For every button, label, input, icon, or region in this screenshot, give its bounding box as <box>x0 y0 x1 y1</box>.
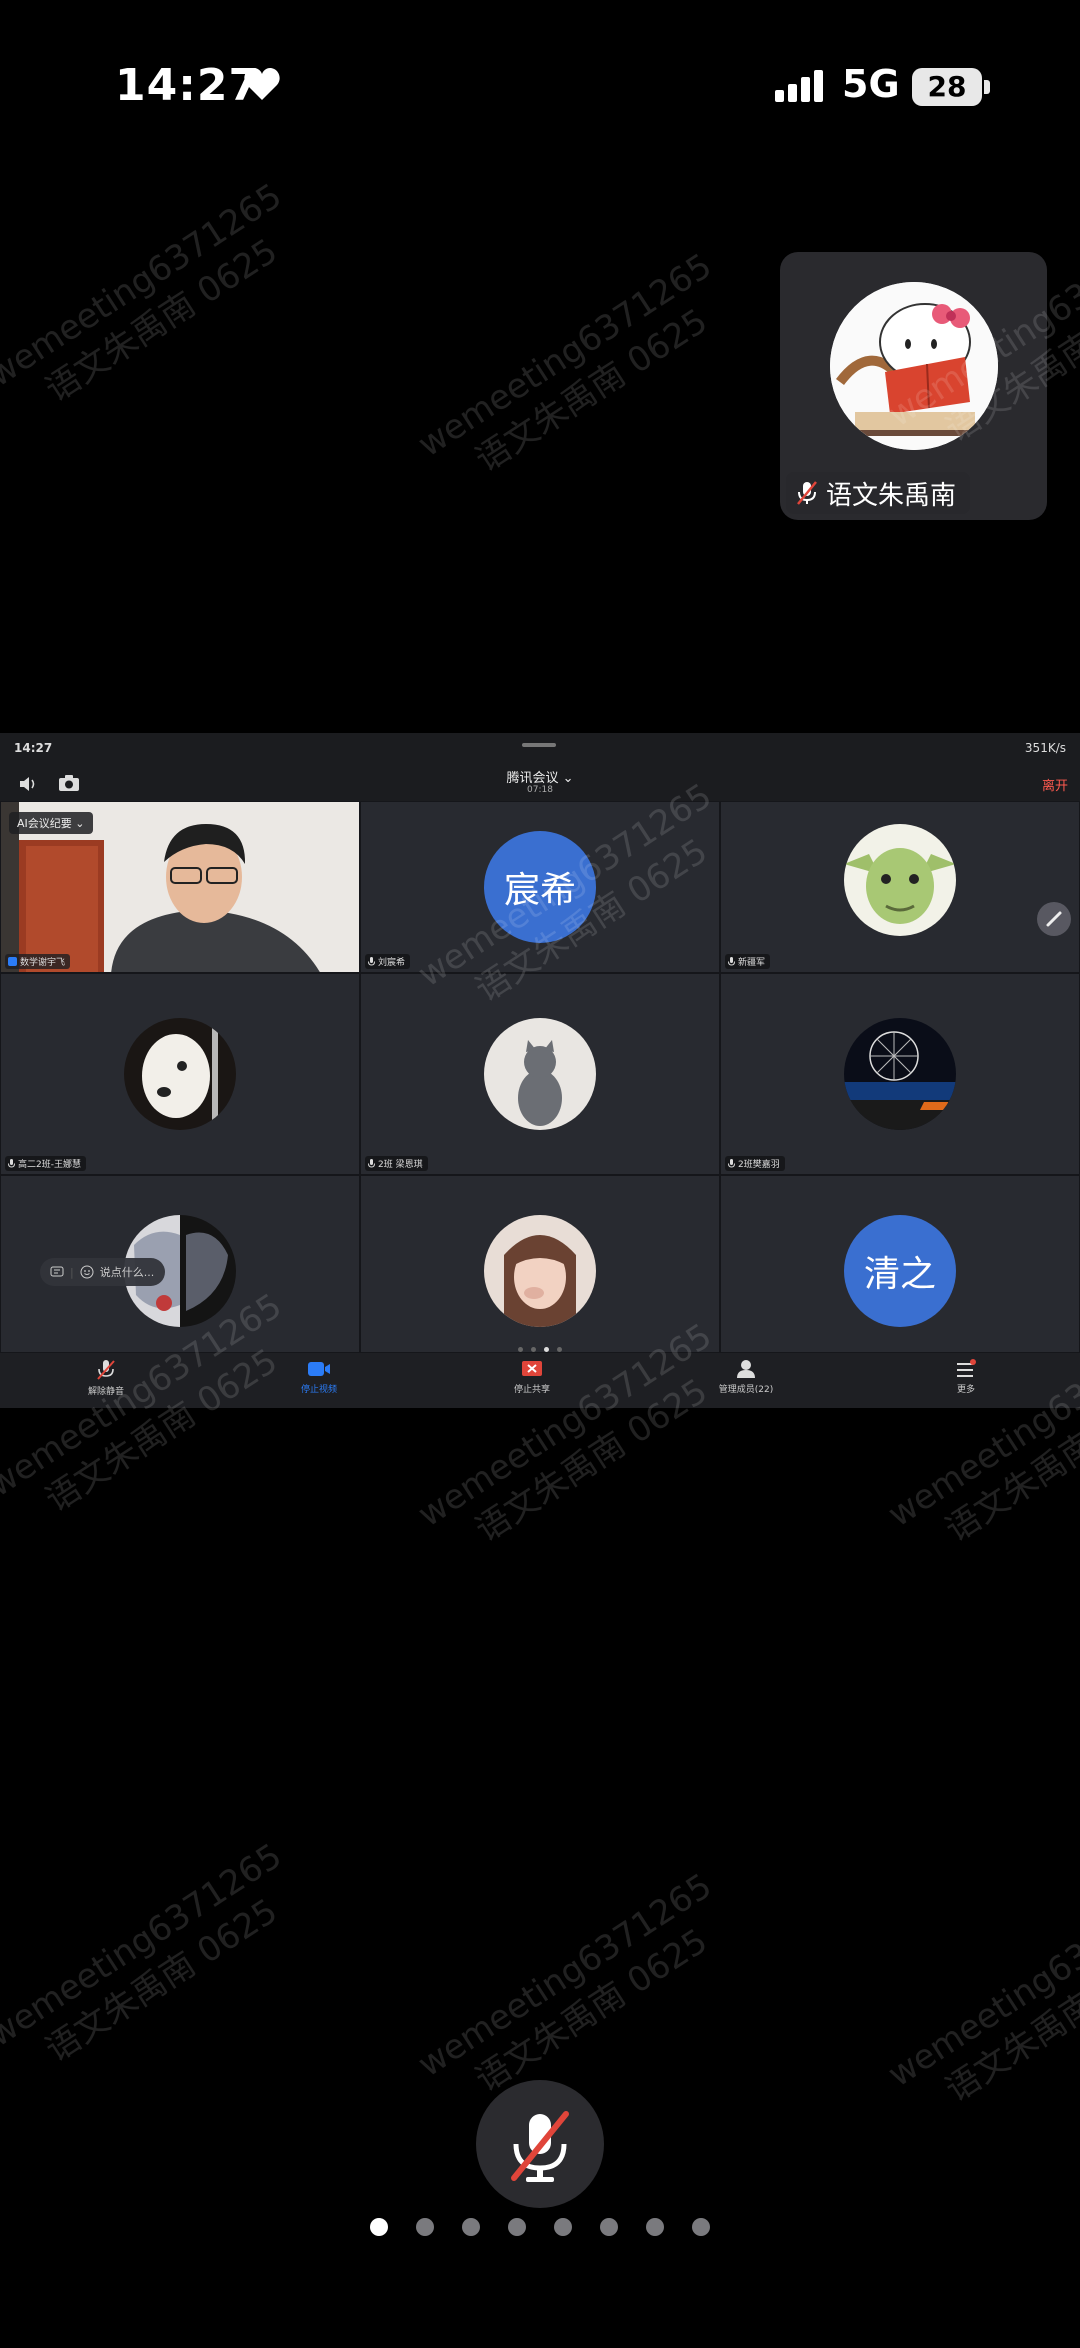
phone-status-bar: 14:27 5G 28 <box>0 0 1080 170</box>
meeting-title[interactable]: 腾讯会议 ⌄ <box>0 767 1080 786</box>
ai-minutes-badge[interactable]: AI会议纪要 ⌄ <box>9 812 93 834</box>
page-dot[interactable] <box>554 2218 572 2236</box>
watermark: wemeeting6371265语文朱禹南 0625 <box>881 1875 1080 2111</box>
girl-avatar-icon <box>484 1215 596 1328</box>
page-dot-active[interactable] <box>370 2218 388 2236</box>
battery-tip <box>984 80 990 94</box>
page-dot[interactable] <box>416 2218 434 2236</box>
leave-button[interactable]: 离开 <box>1042 775 1068 794</box>
participant-avatar <box>844 824 956 937</box>
participant-tile[interactable] <box>360 1175 720 1353</box>
participant-name-tag: 2班 梁恩琪 <box>365 1156 428 1171</box>
watermark: wemeeting6371265语文朱禹南 0625 <box>0 175 289 411</box>
dog-avatar-icon <box>124 1018 236 1130</box>
participant-name-tag: 数学谢宇飞 <box>5 954 71 969</box>
participant-tile[interactable]: 清之 <box>720 1175 1080 1353</box>
members-icon <box>737 1360 755 1378</box>
chevron-down-icon: ⌄ <box>562 771 574 786</box>
participant-avatar <box>124 1018 236 1130</box>
pencil-icon <box>1046 911 1062 927</box>
yoda-avatar-icon <box>844 824 956 937</box>
participant-name-tag: 2班樊嘉羽 <box>725 1156 785 1171</box>
network-type: 5G <box>842 62 900 106</box>
meeting-timer: 07:18 <box>527 785 553 795</box>
mic-icon <box>8 1158 15 1168</box>
participant-tile[interactable]: 新疆军 <box>720 801 1080 973</box>
self-name: 语文朱禹南 <box>826 480 957 511</box>
page-dot[interactable] <box>646 2218 664 2236</box>
mic-icon <box>728 956 735 966</box>
mic-icon <box>368 1158 375 1168</box>
battery-indicator: 28 <box>912 68 982 106</box>
video-camera-icon <box>308 1362 330 1376</box>
participant-tile[interactable]: 2班樊嘉羽 <box>720 973 1080 1175</box>
heart-icon <box>244 68 280 100</box>
participant-avatar <box>484 1215 596 1328</box>
shared-screen: 14:27 351K/s 腾讯会议 ⌄ 07:18 离开 AI会议纪要 ⌄ 数学… <box>0 733 1080 1408</box>
ferris-wheel-avatar-icon <box>844 1018 956 1130</box>
chat-input[interactable]: | 说点什么... <box>40 1258 165 1286</box>
stop-share-icon <box>522 1361 542 1376</box>
page-dot[interactable] <box>508 2218 526 2236</box>
mic-muted-icon <box>97 1360 115 1380</box>
participant-name-tag: 新疆军 <box>725 954 771 969</box>
participant-name-tag: 刘宸希 <box>365 954 411 969</box>
watermark: wemeeting6371265语文朱禹南 0625 <box>411 245 719 481</box>
grid-page-dot-active[interactable] <box>544 1347 549 1352</box>
page-dot[interactable] <box>600 2218 618 2236</box>
participant-avatar <box>844 1018 956 1130</box>
user-icon <box>8 957 17 966</box>
grid-page-dot[interactable] <box>518 1347 523 1352</box>
shared-status-bar: 14:27 351K/s <box>0 733 1080 763</box>
shared-net-speed: 351K/s <box>1024 741 1066 755</box>
stop-share-button[interactable]: 停止共享 <box>472 1359 592 1395</box>
participant-name-tag: 高二2班-王娜慧 <box>5 1156 86 1171</box>
page-dot[interactable] <box>692 2218 710 2236</box>
more-button[interactable]: 更多 <box>906 1359 1026 1395</box>
participant-tile[interactable]: 高二2班-王娜慧 <box>0 973 360 1175</box>
grid-page-dot[interactable] <box>531 1347 536 1352</box>
signal-icon <box>775 70 823 102</box>
page-indicator <box>0 2218 1080 2240</box>
menu-icon <box>957 1359 976 1377</box>
annotate-pencil-button[interactable] <box>1037 902 1071 936</box>
mic-icon <box>368 956 375 966</box>
participant-avatar: 清之 <box>844 1215 956 1328</box>
participant-avatar <box>484 1018 596 1130</box>
shared-clock: 14:27 <box>14 741 53 755</box>
mic-muted-icon <box>797 481 817 505</box>
page-dot[interactable] <box>462 2218 480 2236</box>
emoji-icon <box>80 1265 94 1279</box>
participant-tile[interactable]: 2班 梁恩琪 <box>360 973 720 1175</box>
clock: 14:27 <box>115 60 261 111</box>
self-name-label: 语文朱禹南 <box>786 472 971 514</box>
cat-avatar-icon <box>484 1018 596 1130</box>
chat-icon <box>50 1266 64 1277</box>
grid-page-dot[interactable] <box>557 1347 562 1352</box>
watermark: wemeeting6371265语文朱禹南 0625 <box>0 1835 289 2071</box>
mic-icon <box>728 1158 735 1168</box>
participant-tile[interactable]: AI会议纪要 ⌄ 数学谢宇飞 <box>0 801 360 973</box>
chat-placeholder: 说点什么... <box>99 1266 155 1279</box>
